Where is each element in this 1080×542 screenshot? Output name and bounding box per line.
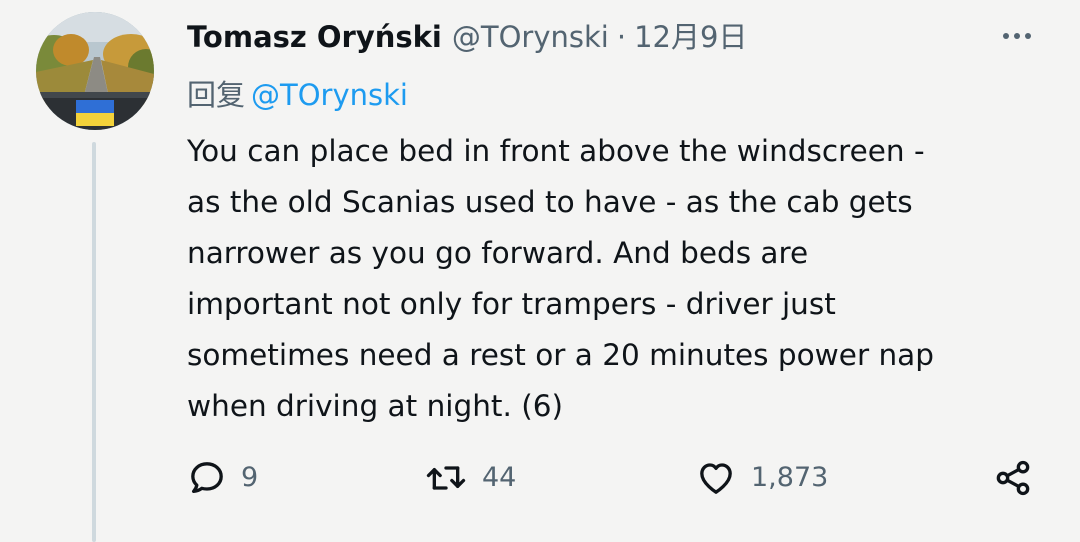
reply-bubble-icon <box>191 462 223 493</box>
more-horizontal-icon <box>1014 33 1020 39</box>
avatar[interactable] <box>36 12 154 130</box>
heart-icon <box>700 463 732 494</box>
thread-line <box>92 142 96 542</box>
retweet-button[interactable]: 44 <box>424 452 516 504</box>
replying-to: 回复 @TOrynski <box>187 72 408 118</box>
like-count: 1,873 <box>751 462 829 493</box>
reply-count: 9 <box>241 462 259 493</box>
share-icon <box>996 460 1030 496</box>
more-horizontal-icon <box>1025 33 1031 39</box>
tweet-text: You can place bed in front above the win… <box>187 134 934 423</box>
tweet-header: Tomasz Oryński @TOrynski · 12月9日 <box>187 14 747 60</box>
tweet-date[interactable]: 12月9日 <box>634 14 747 60</box>
tweet-actions: 9 44 1,873 <box>187 452 1047 504</box>
avatar-image <box>36 12 154 130</box>
retweet-icon <box>426 466 466 490</box>
more-options-button[interactable] <box>994 16 1040 56</box>
author-handle[interactable]: @TOrynski <box>452 14 609 60</box>
retweet-count: 44 <box>482 462 517 493</box>
display-name[interactable]: Tomasz Oryński <box>187 14 442 60</box>
like-button[interactable]: 1,873 <box>695 452 828 504</box>
tweet[interactable]: Tomasz Oryński @TOrynski · 12月9日 回复 @TOry… <box>0 0 1080 542</box>
reply-label: 回复 <box>187 78 246 112</box>
reply-to-handle[interactable]: @TOrynski <box>251 78 408 112</box>
share-button[interactable] <box>993 452 1033 504</box>
header-separator: · <box>616 20 627 54</box>
more-horizontal-icon <box>1003 33 1009 39</box>
reply-button[interactable]: 9 <box>187 452 258 504</box>
